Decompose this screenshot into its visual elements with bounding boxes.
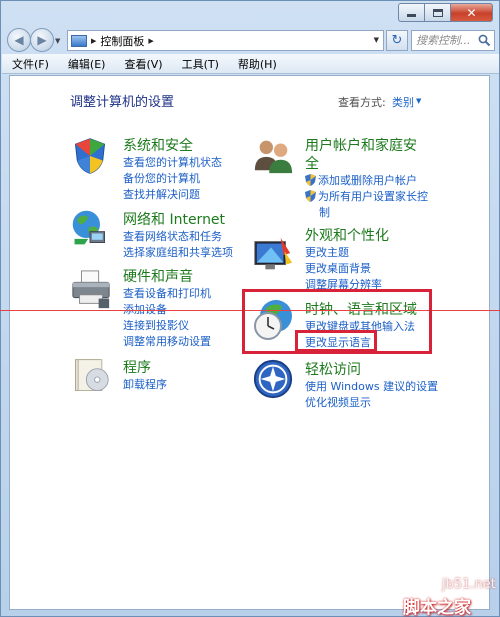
link-uninstall-program[interactable]: 卸载程序 bbox=[123, 376, 167, 392]
link-add-remove-accounts[interactable]: 添加或删除用户帐户 bbox=[305, 172, 417, 188]
link-optimize-visual-display[interactable]: 优化视频显示 bbox=[305, 394, 371, 410]
link-backup-computer[interactable]: 备份您的计算机 bbox=[123, 170, 200, 186]
watermark-site: jb51.net bbox=[442, 577, 496, 592]
address-dropdown-icon[interactable]: ▼ bbox=[374, 36, 379, 44]
search-icon[interactable] bbox=[478, 34, 491, 47]
menu-tools[interactable]: 工具(T) bbox=[172, 56, 228, 72]
link-parental-controls-label[interactable]: 为所有用户设置家长控 bbox=[318, 190, 428, 203]
back-button[interactable]: ◀ bbox=[7, 28, 31, 52]
watermark-name: 脚本之家 bbox=[403, 598, 471, 617]
link-add-remove-accounts-label[interactable]: 添加或删除用户帐户 bbox=[318, 174, 417, 187]
category-system-security: 系统和安全 查看您的计算机状态 备份您的计算机 查找并解决问题 bbox=[70, 134, 250, 204]
category-title-user-accounts-line2[interactable]: 全 bbox=[305, 153, 319, 173]
printer-icon[interactable] bbox=[70, 269, 112, 311]
category-title-system-security[interactable]: 系统和安全 bbox=[123, 135, 193, 155]
menu-help[interactable]: 帮助(H) bbox=[228, 56, 286, 72]
uac-shield-icon bbox=[305, 190, 316, 202]
category-title-ease-of-access[interactable]: 轻松访问 bbox=[305, 359, 361, 379]
appearance-monitor-icon[interactable] bbox=[252, 234, 294, 276]
breadcrumb-chevron-icon[interactable]: ▶ bbox=[91, 37, 96, 45]
link-change-theme[interactable]: 更改主题 bbox=[305, 244, 349, 260]
link-mobility-settings[interactable]: 调整常用移动设置 bbox=[123, 333, 211, 349]
category-hardware-sound: 硬件和声音 查看设备和打印机 添加设备 连接到投影仪 调整常用移动设置 bbox=[70, 265, 250, 351]
link-add-device[interactable]: 添加设备 bbox=[123, 301, 167, 317]
link-find-fix-problems[interactable]: 查找并解决问题 bbox=[123, 186, 200, 202]
link-use-recommended-settings[interactable]: 使用 Windows 建议的设置 bbox=[305, 378, 438, 394]
minimize-button[interactable] bbox=[398, 3, 424, 22]
link-parental-controls[interactable]: 为所有用户设置家长控 bbox=[305, 188, 428, 204]
close-icon: ✕ bbox=[466, 5, 477, 20]
view-by-label: 查看方式: bbox=[338, 96, 386, 109]
link-devices-printers[interactable]: 查看设备和打印机 bbox=[123, 285, 211, 301]
category-title-appearance[interactable]: 外观和个性化 bbox=[305, 225, 389, 245]
breadcrumb-control-panel[interactable]: 控制面板 bbox=[100, 33, 144, 49]
category-appearance: 外观和个性化 更改主题 更改桌面背景 调整屏幕分辨率 bbox=[252, 224, 452, 294]
view-by-dropdown-arrow-icon[interactable]: ▼ bbox=[416, 97, 421, 105]
link-connect-projector[interactable]: 连接到投影仪 bbox=[123, 317, 189, 333]
security-shield-icon[interactable] bbox=[70, 136, 110, 176]
category-user-accounts: 用户帐户和家庭安 全 添加或删除用户帐户 为所有用户设置家长控 制 bbox=[252, 134, 452, 224]
menu-edit[interactable]: 编辑(E) bbox=[58, 56, 115, 72]
close-button[interactable]: ✕ bbox=[450, 3, 493, 22]
category-programs: 程序 卸载程序 bbox=[70, 356, 250, 396]
search-input[interactable] bbox=[416, 34, 478, 47]
category-title-network-internet[interactable]: 网络和 Internet bbox=[123, 209, 225, 229]
menu-view[interactable]: 查看(V) bbox=[114, 56, 171, 72]
annotation-highlight-link bbox=[295, 330, 377, 352]
category-network-internet: 网络和 Internet 查看网络状态和任务 选择家庭组和共享选项 bbox=[70, 208, 250, 260]
refresh-button[interactable]: ↻ bbox=[386, 30, 408, 51]
link-parental-controls-wrap[interactable]: 制 bbox=[319, 204, 330, 220]
forward-button[interactable]: ▶ bbox=[30, 28, 54, 52]
menu-file[interactable]: 文件(F) bbox=[2, 56, 58, 72]
maximize-button[interactable] bbox=[424, 3, 450, 22]
link-desktop-background[interactable]: 更改桌面背景 bbox=[305, 260, 371, 276]
address-bar[interactable]: ▶ 控制面板 ▶ ▼ bbox=[67, 30, 384, 51]
search-box[interactable] bbox=[411, 30, 495, 51]
breadcrumb-chevron-icon[interactable]: ▶ bbox=[148, 37, 153, 45]
control-panel-icon bbox=[71, 34, 87, 47]
title-bar: ✕ bbox=[1, 1, 499, 27]
page-title: 调整计算机的设置 bbox=[70, 95, 175, 110]
uac-shield-icon bbox=[305, 174, 316, 186]
view-by-dropdown[interactable]: 类别 bbox=[392, 94, 414, 110]
minimize-icon bbox=[407, 14, 416, 17]
caption-buttons: ✕ bbox=[398, 3, 493, 22]
forward-arrow-icon: ▶ bbox=[37, 33, 47, 47]
network-globe-icon[interactable] bbox=[70, 208, 110, 248]
link-network-status-tasks[interactable]: 查看网络状态和任务 bbox=[123, 228, 222, 244]
ease-of-access-icon[interactable] bbox=[252, 358, 294, 400]
category-ease-of-access: 轻松访问 使用 Windows 建议的设置 优化视频显示 bbox=[252, 358, 472, 414]
link-view-computer-status[interactable]: 查看您的计算机状态 bbox=[123, 154, 222, 170]
category-title-user-accounts-line1[interactable]: 用户帐户和家庭安 bbox=[305, 135, 417, 155]
category-title-hardware-sound[interactable]: 硬件和声音 bbox=[123, 266, 193, 286]
maximize-icon bbox=[432, 8, 443, 17]
programs-disc-icon[interactable] bbox=[70, 356, 110, 396]
navigation-bar: ◀ ▶ ▼ ▶ 控制面板 ▶ ▼ ↻ bbox=[5, 28, 495, 52]
link-homegroup-sharing[interactable]: 选择家庭组和共享选项 bbox=[123, 244, 233, 260]
menu-bar: 文件(F) 编辑(E) 查看(V) 工具(T) 帮助(H) bbox=[2, 54, 499, 74]
recent-pages-dropdown[interactable]: ▼ bbox=[55, 37, 60, 45]
users-icon[interactable] bbox=[252, 134, 294, 176]
back-arrow-icon: ◀ bbox=[14, 33, 24, 47]
refresh-icon: ↻ bbox=[391, 33, 403, 48]
category-title-programs[interactable]: 程序 bbox=[123, 357, 151, 377]
